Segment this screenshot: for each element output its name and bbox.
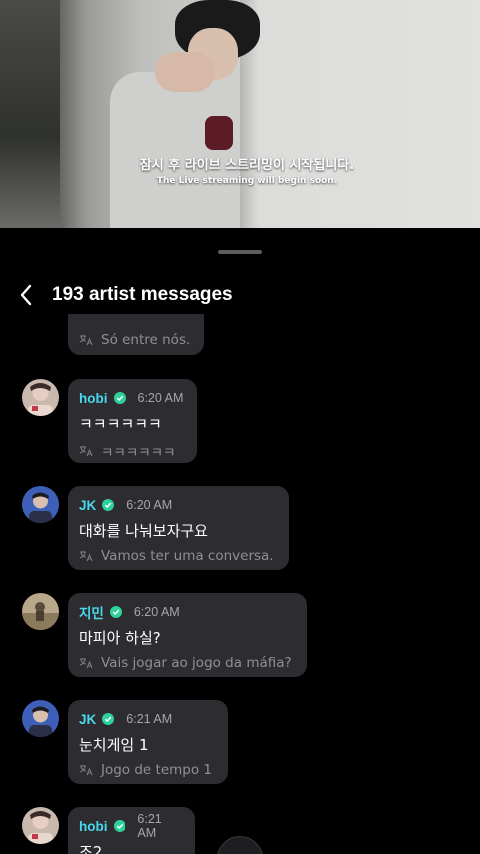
message-translation: Jogo de tempo 1 [101, 762, 212, 778]
verified-badge-icon [113, 392, 126, 404]
message-text: 조2 [79, 843, 103, 854]
translate-icon [79, 335, 93, 346]
avatar[interactable] [22, 807, 59, 844]
verified-badge-icon [113, 820, 126, 832]
messages-header: 193 artist messages [0, 276, 480, 314]
message-translation: Só entre nós. [101, 332, 191, 348]
back-button[interactable] [0, 276, 52, 314]
video-background-door [240, 0, 480, 228]
message-time: 6:20 AM [126, 498, 173, 512]
verified-badge-icon [102, 499, 115, 511]
message-translation: Vais jogar ao jogo da máfia? [101, 655, 292, 671]
translate-icon [79, 446, 93, 457]
sender-name: JK [79, 711, 97, 727]
video-captions: 잠시 후 라이브 스트리밍이 시작됩니다. The Live streaming… [0, 154, 480, 186]
caption-korean: 잠시 후 라이브 스트리밍이 시작됩니다. [139, 158, 355, 173]
scroll-down-button[interactable] [217, 836, 263, 854]
verified-badge-icon [102, 713, 115, 725]
sender-name: JK [79, 497, 97, 513]
message-translation: ㅋㅋㅋㅋㅋㅋ [101, 445, 176, 461]
message-translation: Vamos ter uma conversa. [101, 548, 274, 564]
sender-name: hobi [79, 390, 108, 406]
video-person [110, 0, 260, 228]
video-player[interactable]: 잠시 후 라이브 스트리밍이 시작됩니다. The Live streaming… [0, 0, 480, 228]
translate-icon [79, 765, 93, 776]
message-time: 6:21 AM [137, 812, 162, 840]
page-title: 193 artist messages [52, 284, 233, 305]
message-text: 마피아 하실? [79, 629, 161, 647]
message-time: 6:21 AM [126, 712, 173, 726]
message-time: 6:20 AM [133, 605, 180, 619]
message-text: ㅋㅋㅋㅋㅋㅋ [79, 415, 162, 433]
sender-name: hobi [79, 818, 108, 834]
avatar[interactable] [22, 700, 59, 737]
translate-icon [79, 551, 93, 562]
translate-icon [79, 658, 93, 669]
message-text: 눈치게임 1 [79, 736, 149, 754]
message-text: 대화를 나눠보자구요 [79, 522, 208, 540]
message-time: 6:20 AM [137, 391, 184, 405]
avatar[interactable] [22, 486, 59, 523]
chevron-left-icon [20, 284, 32, 306]
sender-name: 지민 [79, 606, 104, 621]
avatar[interactable] [22, 593, 59, 630]
sheet-drag-handle[interactable] [218, 250, 262, 254]
video-background-shelf [0, 0, 60, 228]
caption-english: The Live streaming will begin soon. [156, 176, 338, 186]
avatar[interactable] [22, 379, 59, 416]
verified-badge-icon [109, 606, 122, 618]
